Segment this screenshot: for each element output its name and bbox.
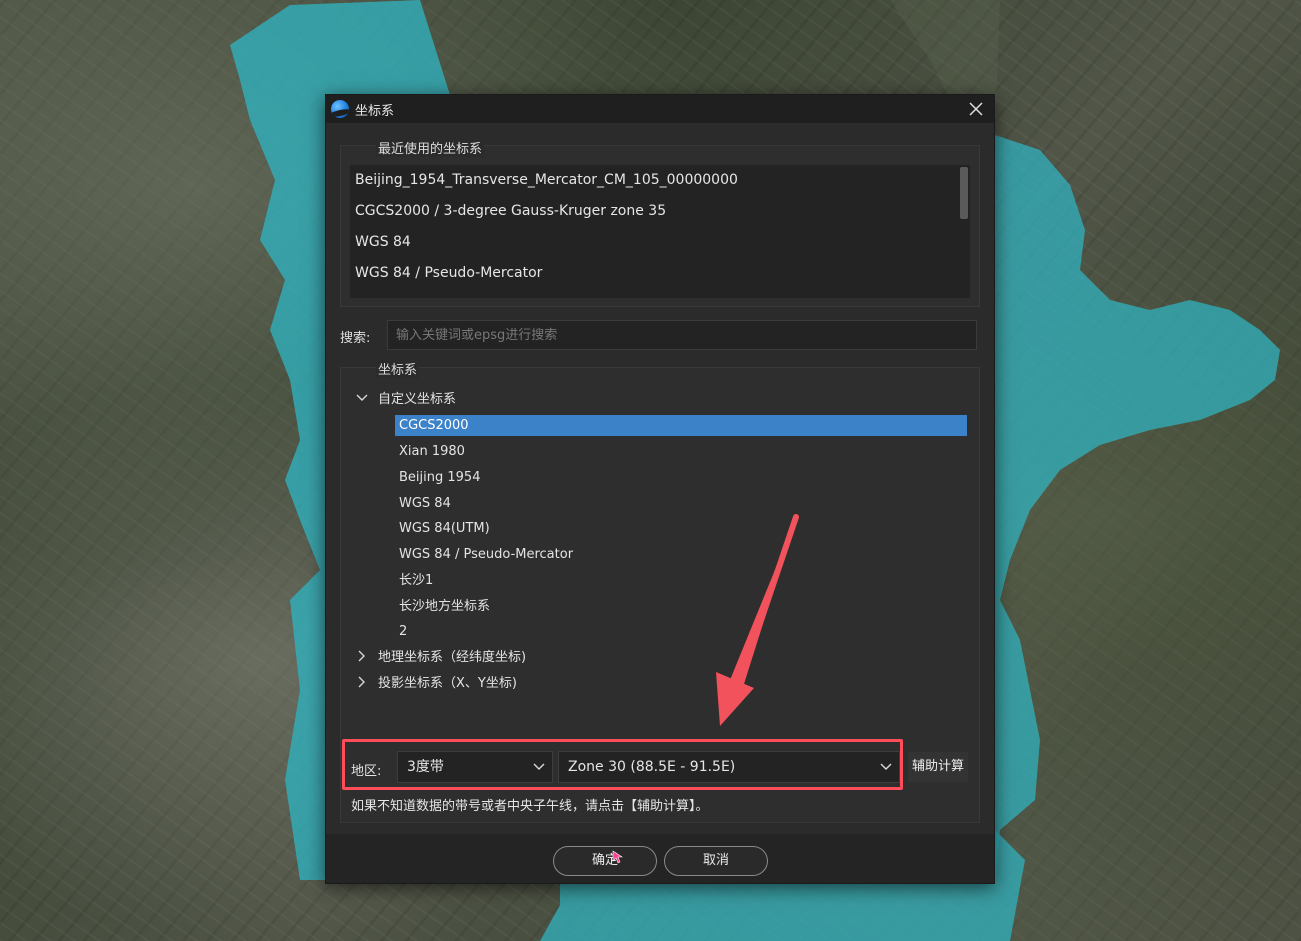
recent-group-label: 最近使用的坐标系 (376, 138, 485, 157)
region-label: 地区: (351, 764, 382, 779)
cancel-button[interactable]: 取消 (664, 846, 768, 876)
tree-item[interactable]: WGS 84 (399, 493, 451, 514)
chevron-right-icon[interactable] (355, 649, 369, 663)
chevron-down-icon[interactable] (355, 391, 369, 405)
recent-item[interactable]: WGS 84 / Pseudo-Mercator (350, 258, 970, 289)
chevron-down-icon (533, 763, 545, 770)
ok-button[interactable]: 确定 (553, 846, 657, 876)
tree-item[interactable]: Beijing 1954 (399, 467, 480, 488)
tree-item-cgcs2000[interactable]: CGCS2000 (395, 415, 967, 436)
search-label: 搜索: (340, 331, 371, 346)
zone-select-value: Zone 30 (88.5E - 91.5E) (568, 759, 736, 775)
tree-node-projected[interactable]: 投影坐标系（X、Y坐标) (378, 673, 517, 694)
search-input[interactable] (387, 320, 977, 350)
tree-group-label: 坐标系 (376, 359, 420, 378)
tree-item[interactable]: WGS 84 / Pseudo-Mercator (399, 544, 573, 565)
app-logo-icon (331, 100, 349, 118)
close-button[interactable] (966, 99, 986, 119)
region-hint: 如果不知道数据的带号或者中央子午线，请点击【辅助计算】。 (351, 799, 709, 814)
zone-select[interactable]: Zone 30 (88.5E - 91.5E) (558, 751, 900, 783)
tree-item[interactable]: 2 (399, 621, 407, 642)
dialog-titlebar: 坐标系 (326, 95, 994, 123)
close-icon (969, 102, 983, 116)
band-select-value: 3度带 (407, 759, 444, 775)
recent-item[interactable]: WGS 84 (350, 227, 970, 258)
recent-item[interactable]: Beijing_1954_Transverse_Mercator_CM_105_… (350, 165, 970, 196)
tree-item[interactable]: 长沙1 (399, 570, 433, 591)
coordinate-system-dialog: 坐标系 最近使用的坐标系 Beijing_1954_Transverse_Mer… (325, 94, 995, 884)
recent-item[interactable]: CGCS2000 / 3-degree Gauss-Kruger zone 35 (350, 196, 970, 227)
auxiliary-calc-button[interactable]: 辅助计算 (907, 751, 969, 783)
tree-node-custom[interactable]: 自定义坐标系 (378, 389, 456, 410)
tree-node-geographic[interactable]: 地理坐标系（经纬度坐标) (378, 647, 526, 668)
tree-item[interactable]: Xian 1980 (399, 441, 465, 462)
tree-item[interactable]: 长沙地方坐标系 (399, 596, 490, 617)
tree-item[interactable]: WGS 84(UTM) (399, 518, 490, 539)
chevron-right-icon[interactable] (355, 675, 369, 689)
recent-list-scrollbar[interactable] (960, 167, 968, 219)
dialog-footer: 确定 取消 (326, 834, 994, 883)
dialog-title: 坐标系 (355, 103, 395, 119)
band-select[interactable]: 3度带 (397, 751, 553, 783)
chevron-down-icon (880, 763, 892, 770)
mouse-cursor-icon (612, 850, 623, 864)
recent-list: Beijing_1954_Transverse_Mercator_CM_105_… (350, 165, 970, 298)
